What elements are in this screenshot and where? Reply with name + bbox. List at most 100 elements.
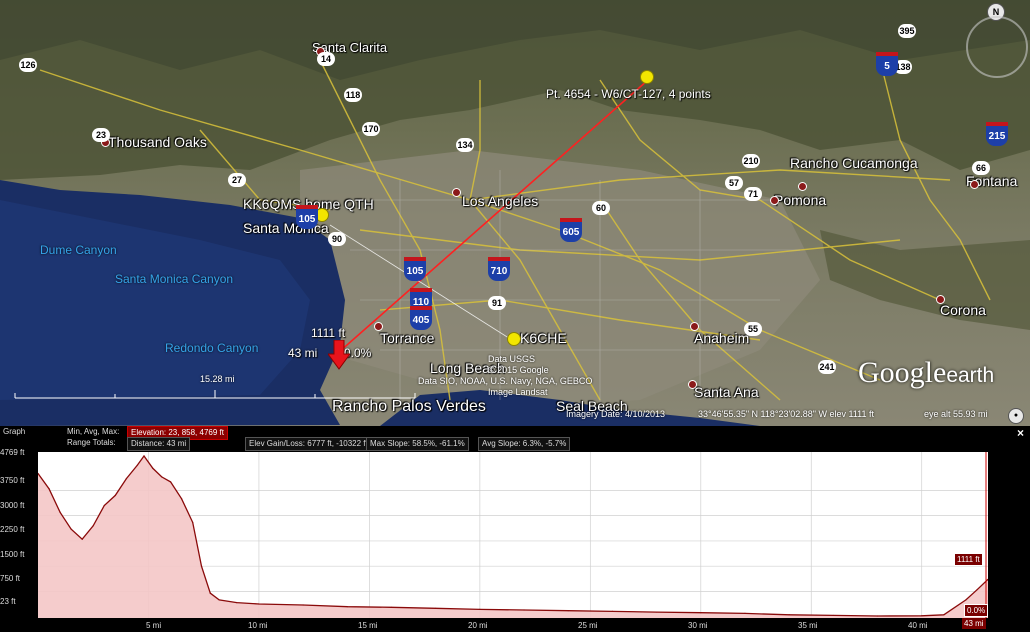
street-view-icon[interactable]: ● xyxy=(1008,408,1024,424)
city-pomona: Pomona xyxy=(774,192,827,208)
scale-label: 15.28 mi xyxy=(200,374,235,384)
profile-point xyxy=(611,610,614,612)
x-tick: 30 mi xyxy=(688,621,708,630)
end-distance-flag: 43 mi xyxy=(962,618,986,629)
profile-point xyxy=(346,606,348,608)
k6che-pin-icon[interactable] xyxy=(507,332,521,346)
city-santa-ana: Santa Ana xyxy=(694,384,759,400)
map-view[interactable]: Santa Clarita Thousand Oaks Los Angeles … xyxy=(0,0,1030,426)
route-shield: 90 xyxy=(328,232,346,246)
y-tick: 23 ft xyxy=(0,597,16,606)
x-tick: 10 mi xyxy=(248,621,268,630)
x-tick: 25 mi xyxy=(578,621,598,630)
profile-point xyxy=(567,610,569,612)
profile-point xyxy=(390,606,393,608)
x-tick: 40 mi xyxy=(908,621,928,630)
route-shield: 66 xyxy=(972,161,990,175)
end-elevation-flag: 1111 ft xyxy=(954,553,983,566)
profile-point xyxy=(114,494,116,497)
close-icon[interactable]: × xyxy=(1017,426,1024,440)
profile-point xyxy=(523,609,525,611)
profile-point xyxy=(656,611,658,613)
y-tick: 2250 ft xyxy=(0,525,25,534)
navigation-ring[interactable] xyxy=(966,16,1028,78)
ocean-redondo-canyon: Redondo Canyon xyxy=(165,341,259,355)
profile-point xyxy=(209,592,211,594)
route-shield: 210 xyxy=(742,154,760,168)
end-slope-flag: 0.0% xyxy=(964,604,989,617)
placemark-k6che-label[interactable]: K6CHE xyxy=(520,330,567,346)
city-dot xyxy=(690,322,699,331)
placemark-summit-label[interactable]: Pt. 4654 - W6/CT-127, 4 points xyxy=(546,87,711,101)
route-shield: 126 xyxy=(19,58,37,72)
elevation-profile-chart[interactable] xyxy=(38,452,988,618)
profile-point xyxy=(218,599,220,601)
cursor-coords: 33°46'55.35" N 118°23'02.88" W elev 1111… xyxy=(698,409,874,419)
profile-point xyxy=(876,615,879,617)
city-dot xyxy=(798,182,807,191)
profile-point xyxy=(302,604,304,606)
profile-point xyxy=(152,467,154,470)
city-rancho-cucamonga: Rancho Cucamonga xyxy=(790,155,918,171)
profile-point xyxy=(59,511,61,513)
city-dot xyxy=(770,196,779,205)
profile-point xyxy=(143,455,145,457)
route-shield: 57 xyxy=(725,176,743,190)
cursor-arrow-icon xyxy=(328,340,350,370)
city-torrance: Torrance xyxy=(380,330,435,346)
eye-altitude: eye alt 55.93 mi xyxy=(924,409,988,419)
credit-landsat: Image Landsat xyxy=(488,387,548,397)
profile-point xyxy=(161,476,163,478)
city-dot xyxy=(452,188,461,197)
x-tick: 35 mi xyxy=(798,621,818,630)
x-tick: 20 mi xyxy=(468,621,488,630)
city-dot xyxy=(970,180,979,189)
route-shield: 241 xyxy=(818,360,836,374)
route-shield: 91 xyxy=(488,296,506,310)
y-tick: 3000 ft xyxy=(0,501,25,510)
city-thousand-oaks: Thousand Oaks xyxy=(108,134,207,150)
profile-point xyxy=(181,498,183,500)
route-shield: 134 xyxy=(456,138,474,152)
y-tick: 4769 ft xyxy=(0,448,25,457)
profile-point xyxy=(976,589,978,591)
credit-google: © 2015 Google xyxy=(488,365,549,375)
route-shield: 60 xyxy=(592,201,610,215)
profile-point xyxy=(479,608,481,610)
y-tick: 750 ft xyxy=(0,574,21,583)
profile-point xyxy=(965,599,967,601)
route-shield: 14 xyxy=(317,52,335,66)
ocean-santa-monica-canyon: Santa Monica Canyon xyxy=(115,272,234,286)
route-shield: 170 xyxy=(362,122,380,136)
interstate-shield: 605 xyxy=(560,218,582,242)
route-shield: 23 xyxy=(92,128,110,142)
profile-point xyxy=(81,538,83,540)
profile-point xyxy=(921,615,923,617)
imagery-date: Imagery Date: 4/10/2013 xyxy=(566,409,666,419)
city-los-angeles: Los Angeles xyxy=(462,193,539,209)
cursor-distance: 43 mi xyxy=(288,346,318,360)
city-dot xyxy=(374,322,383,331)
profile-point xyxy=(200,565,203,567)
range-totals-label: Range Totals: xyxy=(67,438,116,447)
credit-usgs: Data USGS xyxy=(488,354,536,364)
ocean-dume-canyon: Dume Canyon xyxy=(40,243,117,257)
elev-gain-stat: Elev Gain/Loss: 6777 ft, -10322 ft xyxy=(245,437,372,451)
x-tick: 5 mi xyxy=(146,621,162,630)
route-shield: 395 xyxy=(898,24,916,38)
profile-point xyxy=(169,481,172,483)
interstate-shield: 215 xyxy=(986,122,1008,146)
profile-point xyxy=(70,528,72,530)
credit-data: Data SIO, NOAA, U.S. Navy, NGA, GEBCO xyxy=(418,376,593,386)
interstate-shield: 105 xyxy=(296,205,318,229)
logo-google-text: Google xyxy=(858,356,947,389)
graph-label: Graph xyxy=(3,427,26,436)
interstate-shield: 5 xyxy=(876,52,898,76)
summit-pin-icon[interactable] xyxy=(640,70,654,84)
profile-point xyxy=(125,477,127,480)
profile-point xyxy=(744,612,746,615)
route-shield: 27 xyxy=(228,173,246,187)
interstate-shield: 710 xyxy=(488,257,510,281)
profile-point xyxy=(832,614,834,617)
y-tick: 1500 ft xyxy=(0,550,25,559)
